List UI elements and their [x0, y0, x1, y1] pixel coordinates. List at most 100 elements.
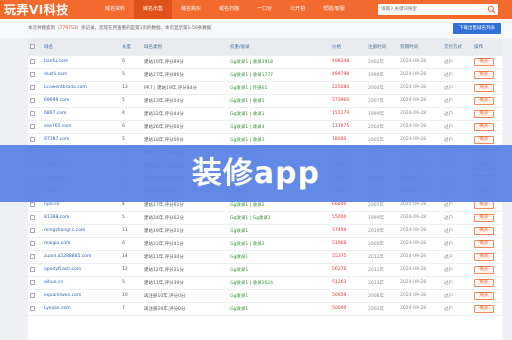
- nav-item-1[interactable]: 域名出售: [134, 0, 173, 19]
- domain-cell[interactable]: Lyejian.com: [42, 302, 120, 316]
- column-header: 注册时间: [366, 39, 398, 56]
- row-checkbox[interactable]: [30, 58, 35, 64]
- domain-cell[interactable]: zuanl.a5288885.com: [42, 250, 120, 264]
- table-row[interactable]: Lcowentbroda.com 13 PR7 | 建站19年,评分84分 Gg收录1…: [28, 81, 502, 95]
- row-checkbox[interactable]: [30, 136, 35, 142]
- overlay-banner[interactable]: 装修app: [0, 145, 512, 202]
- nav-item-3[interactable]: 域名扫描: [210, 0, 248, 19]
- expire-date-cell: 2024-09-28: [398, 224, 442, 238]
- domain-cell[interactable]: 81388.com: [42, 211, 120, 225]
- row-checkbox[interactable]: [30, 214, 35, 220]
- table-row[interactable]: apedyfl.ash.com 12 建站12年,评分21分 Gg收录1 56376 20…: [28, 263, 502, 277]
- table-row[interactable]: zuanl.a5288885.com 14 建站11年,评分30分 Gg收录1 5537…: [28, 250, 502, 264]
- domain-cell[interactable]: dushi.com: [42, 68, 120, 82]
- row-checkbox[interactable]: [30, 84, 35, 90]
- delivery-cell: 过户: [442, 276, 472, 290]
- domain-cell[interactable]: 69699.com: [42, 94, 120, 108]
- buy-button[interactable]: 购买: [474, 278, 494, 287]
- weight-cell: Gg收录1: [228, 224, 330, 238]
- nav-item-2[interactable]: 域名购买: [172, 0, 210, 19]
- action-cell: 购买: [472, 55, 502, 69]
- action-cell: 购买: [472, 68, 502, 82]
- buy-button[interactable]: 购买: [474, 70, 494, 79]
- row-checkbox[interactable]: [30, 292, 35, 298]
- table-row[interactable]: aihue.cn 5 建站11年,评分39分 Gg收录1 | 收录2024 51263 2…: [28, 276, 502, 290]
- buy-button[interactable]: 购买: [474, 291, 494, 300]
- column-header[interactable]: [28, 39, 42, 56]
- length-cell: 12: [120, 263, 142, 277]
- domain-cell[interactable]: aihue.cn: [42, 276, 120, 290]
- price-cell: 499798: [330, 68, 366, 82]
- row-checkbox[interactable]: [30, 305, 35, 311]
- expire-date-cell: 2024-09-28: [398, 55, 442, 69]
- nav-item-5[interactable]: 公开拍: [281, 0, 314, 19]
- buy-button[interactable]: 购买: [474, 252, 494, 261]
- expire-date-cell: 2024-09-28: [398, 68, 442, 82]
- table-row[interactable]: equanitwon.com 10 再注册10年,评分0分 Gg收录1 50659 200…: [28, 289, 502, 303]
- row-select-cell: [28, 302, 42, 316]
- search-icon[interactable]: [487, 5, 496, 14]
- row-checkbox[interactable]: [30, 227, 35, 233]
- row-checkbox[interactable]: [30, 110, 35, 116]
- buy-button[interactable]: 购买: [474, 265, 494, 274]
- download-list-button[interactable]: 下载出售域名列表: [453, 23, 501, 34]
- buy-button[interactable]: 购买: [474, 239, 494, 248]
- nav-item-0[interactable]: 域名资料: [96, 0, 134, 19]
- reg-year-cell: 2011年: [366, 263, 398, 277]
- nav-item-4[interactable]: 一口价: [248, 0, 281, 19]
- row-select-cell: [28, 81, 42, 95]
- row-checkbox[interactable]: [30, 266, 35, 272]
- category-cell: 建站11年,评分30分: [142, 250, 228, 264]
- buy-button[interactable]: 购买: [474, 226, 494, 235]
- expire-date-cell: 2024-09-28: [398, 107, 442, 121]
- buy-button[interactable]: 购买: [474, 96, 494, 105]
- buy-button[interactable]: 购买: [474, 304, 494, 313]
- category-cell: 建站24年,评分62分: [142, 211, 228, 225]
- row-checkbox[interactable]: [30, 279, 35, 285]
- domain-cell[interactable]: tianfu.com: [42, 55, 120, 69]
- select-all-checkbox[interactable]: [30, 43, 35, 49]
- action-cell: 购买: [472, 237, 502, 251]
- buy-button[interactable]: 购买: [474, 135, 494, 144]
- domain-cell[interactable]: 6807.com: [42, 107, 120, 121]
- buy-button[interactable]: 购买: [474, 213, 494, 222]
- table-row[interactable]: 81388.com 5 建站24年,评分62分 Gg收录1 | Gg收录1 55000 1…: [28, 211, 502, 225]
- row-checkbox[interactable]: [30, 240, 35, 246]
- row-checkbox[interactable]: [30, 253, 35, 259]
- row-checkbox[interactable]: [30, 201, 35, 207]
- search-input[interactable]: [378, 4, 486, 15]
- table-row[interactable]: 69699.com 5 建站13年,评分54分 Gg收录1 | 收录1 573960 20…: [28, 94, 502, 108]
- weight-cell: Gg收录1 | 收录1: [228, 94, 330, 108]
- table-row[interactable]: 6807.com 4 建站22年,评分44分 Gg收录1 | 收录1 155179 199…: [28, 107, 502, 121]
- expire-date-cell: 2024-09-28: [398, 276, 442, 290]
- row-checkbox[interactable]: [30, 97, 35, 103]
- table-row[interactable]: Lyejian.com 7 再注册29年,评分0分 Gg收录1 50000 2002年 20…: [28, 302, 502, 316]
- nav-item-6[interactable]: 帮助/客服: [314, 0, 354, 19]
- domain-cell[interactable]: maigiu.com: [42, 237, 120, 251]
- price-cell: 155179: [330, 107, 366, 121]
- table-row[interactable]: mingzhangl.c.com 11 建站19年,评分21分 Gg收录1 57409 2…: [28, 224, 502, 238]
- table-row[interactable]: tianfu.com 6 建站19年,评分89分 Gg收录1 | 收录3918 4983…: [28, 55, 502, 69]
- weight-cell: Gg收录1 | Gg收录1: [228, 211, 330, 225]
- row-checkbox[interactable]: [30, 71, 35, 77]
- domain-cell[interactable]: zee765.com: [42, 120, 120, 134]
- domain-cell[interactable]: Lcowentbroda.com: [42, 81, 120, 95]
- buy-button[interactable]: 购买: [474, 109, 494, 118]
- buy-button[interactable]: 购买: [474, 57, 494, 66]
- table-row[interactable]: dushi.com 5 建站27年,评分86分 Gg收录1 | 收录1777 49979…: [28, 68, 502, 82]
- buy-button[interactable]: 购买: [474, 122, 494, 131]
- table-row[interactable]: zee765.com 6 建站26年,评分60分 Gg收录1 | 收录4 111075 2…: [28, 120, 502, 134]
- domain-cell[interactable]: apedyfl.ash.com: [42, 263, 120, 277]
- weight-cell: Gg收录1 | 收录3918: [228, 55, 330, 69]
- column-header: 到期时间: [398, 39, 442, 56]
- length-cell: 5: [120, 94, 142, 108]
- row-checkbox[interactable]: [30, 123, 35, 129]
- site-logo[interactable]: 玩弄VI科技: [4, 1, 69, 18]
- price-cell: 498348: [330, 55, 366, 69]
- domain-cell[interactable]: equanitwon.com: [42, 289, 120, 303]
- price-cell: 50659: [330, 289, 366, 303]
- table-row[interactable]: maigiu.com 6 建站23年,评分41分 Gg收录1 | 收录2 51968 20…: [28, 237, 502, 251]
- price-cell: 573960: [330, 94, 366, 108]
- buy-button[interactable]: 购买: [474, 83, 494, 92]
- domain-cell[interactable]: mingzhangl.c.com: [42, 224, 120, 238]
